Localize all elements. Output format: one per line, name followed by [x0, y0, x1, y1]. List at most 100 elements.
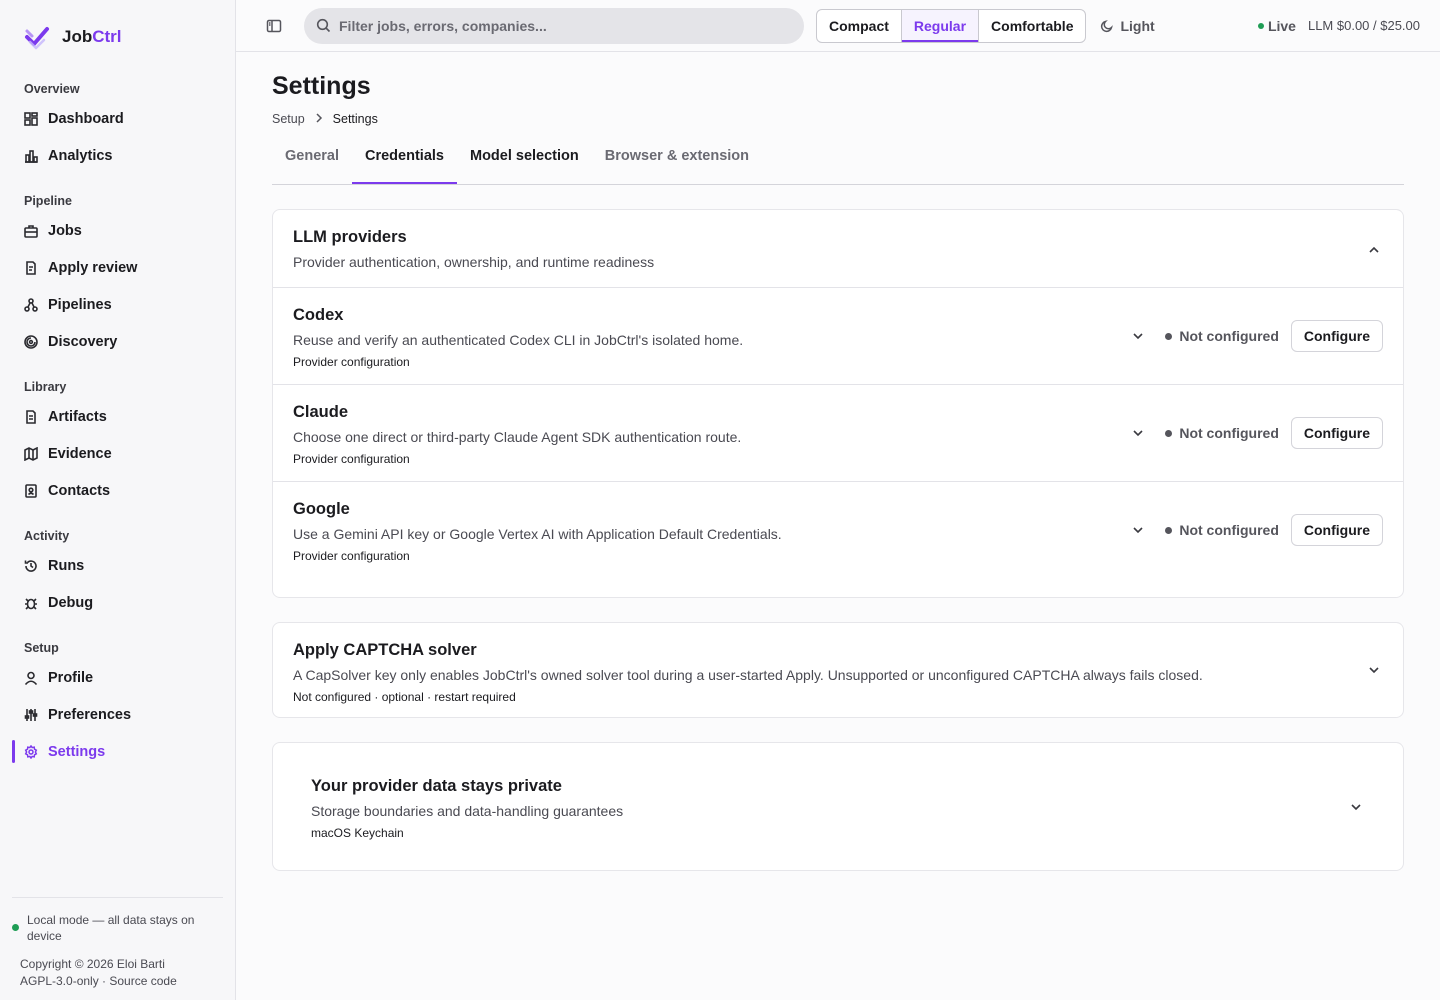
- configure-google-button[interactable]: Configure: [1290, 514, 1383, 546]
- nav-setup: Setup Profile Preferences Settings: [0, 633, 235, 770]
- sidebar-item-label: Evidence: [48, 445, 112, 462]
- search-bar[interactable]: [304, 7, 804, 44]
- breadcrumb: Setup Settings: [272, 112, 1404, 126]
- provider-meta: Provider configuration: [293, 355, 410, 369]
- sidebar-item-discovery[interactable]: Discovery: [12, 323, 223, 360]
- sidebar-item-label: Preferences: [48, 706, 132, 723]
- tab-model-selection[interactable]: Model selection: [457, 144, 592, 184]
- nav-activity: Activity Runs Debug: [0, 521, 235, 621]
- card-meta: macOS Keychain: [311, 826, 404, 840]
- privacy-card[interactable]: Your provider data stays private Storage…: [272, 742, 1404, 871]
- sidebar-item-label: Runs: [48, 557, 85, 574]
- chevron-down-icon[interactable]: [1367, 663, 1381, 677]
- sidebar-item-contacts[interactable]: Contacts: [12, 472, 223, 509]
- sidebar-item-label: Dashboard: [48, 110, 124, 127]
- density-compact-button[interactable]: Compact: [817, 10, 901, 42]
- brand-name: JobCtrl: [62, 27, 122, 46]
- brand[interactable]: JobCtrl: [0, 0, 235, 74]
- chevron-up-icon[interactable]: [1367, 243, 1381, 257]
- contacts-icon: [24, 483, 38, 498]
- sidebar-item-pipelines[interactable]: Pipelines: [12, 286, 223, 323]
- live-label: Live: [1267, 17, 1296, 34]
- provider-meta: Provider configuration: [293, 549, 410, 563]
- card-title: Your provider data stays private: [311, 777, 562, 795]
- card-description: A CapSolver key only enables JobCtrl's o…: [293, 667, 1203, 683]
- license-link[interactable]: AGPL-3.0-only · Source code: [20, 973, 223, 990]
- status-badge: Not configured: [1165, 328, 1279, 344]
- density-toggle: Compact Regular Comfortable: [816, 8, 1087, 43]
- sidebar-item-label: Discovery: [48, 333, 118, 350]
- breadcrumb-settings: Settings: [332, 112, 378, 126]
- breadcrumb-setup[interactable]: Setup: [272, 112, 305, 126]
- chevron-right-icon: [315, 112, 323, 126]
- sidebar-item-label: Contacts: [48, 482, 111, 499]
- sliders-icon: [24, 708, 38, 722]
- tab-general[interactable]: General: [272, 144, 352, 184]
- theme-toggle[interactable]: Light: [1100, 17, 1155, 34]
- chevron-down-icon[interactable]: [1131, 329, 1145, 343]
- settings-page: Settings Setup Settings General Credenti…: [236, 52, 1440, 871]
- llm-budget: LLM $0.00 / $25.00: [1307, 18, 1420, 33]
- sidebar-item-debug[interactable]: Debug: [12, 584, 223, 621]
- live-status: Live: [1257, 17, 1296, 34]
- nav-pipeline: Pipeline Jobs Apply review Pipelines Dis…: [0, 186, 235, 360]
- nav-library: Library Artifacts Evidence Contacts: [0, 372, 235, 509]
- configure-codex-button[interactable]: Configure: [1290, 320, 1383, 352]
- tab-browser-extension[interactable]: Browser & extension: [592, 144, 762, 184]
- chevron-down-icon[interactable]: [1131, 523, 1145, 537]
- provider-meta: Provider configuration: [293, 452, 410, 466]
- chart-icon: [24, 149, 38, 163]
- sidebar-item-label: Artifacts: [48, 408, 107, 425]
- provider-row-codex: Codex Reuse and verify an authenticated …: [273, 288, 1403, 385]
- sidebar-item-label: Profile: [48, 669, 94, 686]
- captcha-solver-card[interactable]: Apply CAPTCHA solver A CapSolver key onl…: [272, 622, 1404, 718]
- density-regular-button[interactable]: Regular: [900, 9, 979, 42]
- sidebar-footer: Local mode — all data stays on device Co…: [12, 897, 223, 990]
- main-content: Compact Regular Comfortable Light Live L…: [236, 0, 1440, 1000]
- status-badge: Not configured: [1165, 425, 1279, 441]
- local-mode-text: Local mode — all data stays on device: [27, 913, 195, 943]
- sidebar-item-label: Debug: [48, 594, 94, 611]
- sidebar-item-settings[interactable]: Settings: [12, 733, 223, 770]
- settings-tabs: General Credentials Model selection Brow…: [272, 144, 1404, 185]
- status-text: Not configured: [1179, 425, 1279, 441]
- sidebar-item-evidence[interactable]: Evidence: [12, 435, 223, 472]
- review-icon: [24, 260, 38, 275]
- history-icon: [24, 559, 38, 573]
- copyright: Copyright © 2026 Eloi Barti AGPL-3.0-onl…: [12, 956, 223, 990]
- tab-credentials[interactable]: Credentials: [352, 144, 457, 184]
- sidebar-item-profile[interactable]: Profile: [12, 659, 223, 696]
- sidebar: JobCtrl Overview Dashboard Analytics Pip…: [0, 0, 236, 1000]
- user-icon: [24, 671, 38, 685]
- configure-claude-button[interactable]: Configure: [1290, 417, 1383, 449]
- copyright-text: Copyright © 2026 Eloi Barti: [20, 957, 165, 971]
- sidebar-item-label: Analytics: [48, 147, 113, 164]
- chevron-down-icon[interactable]: [1131, 426, 1145, 440]
- density-comfortable-button[interactable]: Comfortable: [978, 9, 1085, 42]
- search-icon: [316, 18, 331, 33]
- sidebar-item-runs[interactable]: Runs: [12, 547, 223, 584]
- sidebar-item-jobs[interactable]: Jobs: [12, 212, 223, 249]
- topbar: Compact Regular Comfortable Light Live L…: [236, 0, 1440, 52]
- sidebar-item-analytics[interactable]: Analytics: [12, 137, 223, 174]
- search-input[interactable]: [339, 17, 779, 34]
- sidebar-item-label: Apply review: [48, 259, 138, 276]
- card-title: LLM providers: [293, 228, 407, 246]
- page-title: Settings: [272, 72, 371, 100]
- llm-providers-header[interactable]: LLM providers Provider authentication, o…: [273, 210, 1403, 288]
- theme-label: Light: [1120, 17, 1155, 34]
- llm-providers-card: LLM providers Provider authentication, o…: [272, 209, 1404, 598]
- briefcase-icon: [24, 224, 38, 238]
- sidebar-item-preferences[interactable]: Preferences: [12, 696, 223, 733]
- card-subtitle: Storage boundaries and data-handling gua…: [311, 803, 624, 819]
- status-text: Not configured: [1179, 522, 1279, 538]
- sidebar-item-dashboard[interactable]: Dashboard: [12, 100, 223, 137]
- sidebar-item-artifacts[interactable]: Artifacts: [12, 398, 223, 435]
- chevron-down-icon[interactable]: [1349, 800, 1363, 814]
- provider-row-google: Google Use a Gemini API key or Google Ve…: [273, 482, 1403, 579]
- file-icon: [24, 409, 38, 424]
- status-text: Not configured: [1179, 328, 1279, 344]
- sidebar-item-apply-review[interactable]: Apply review: [12, 249, 223, 286]
- sidebar-toggle-icon[interactable]: [266, 18, 282, 34]
- nav-section-title: Overview: [24, 82, 80, 96]
